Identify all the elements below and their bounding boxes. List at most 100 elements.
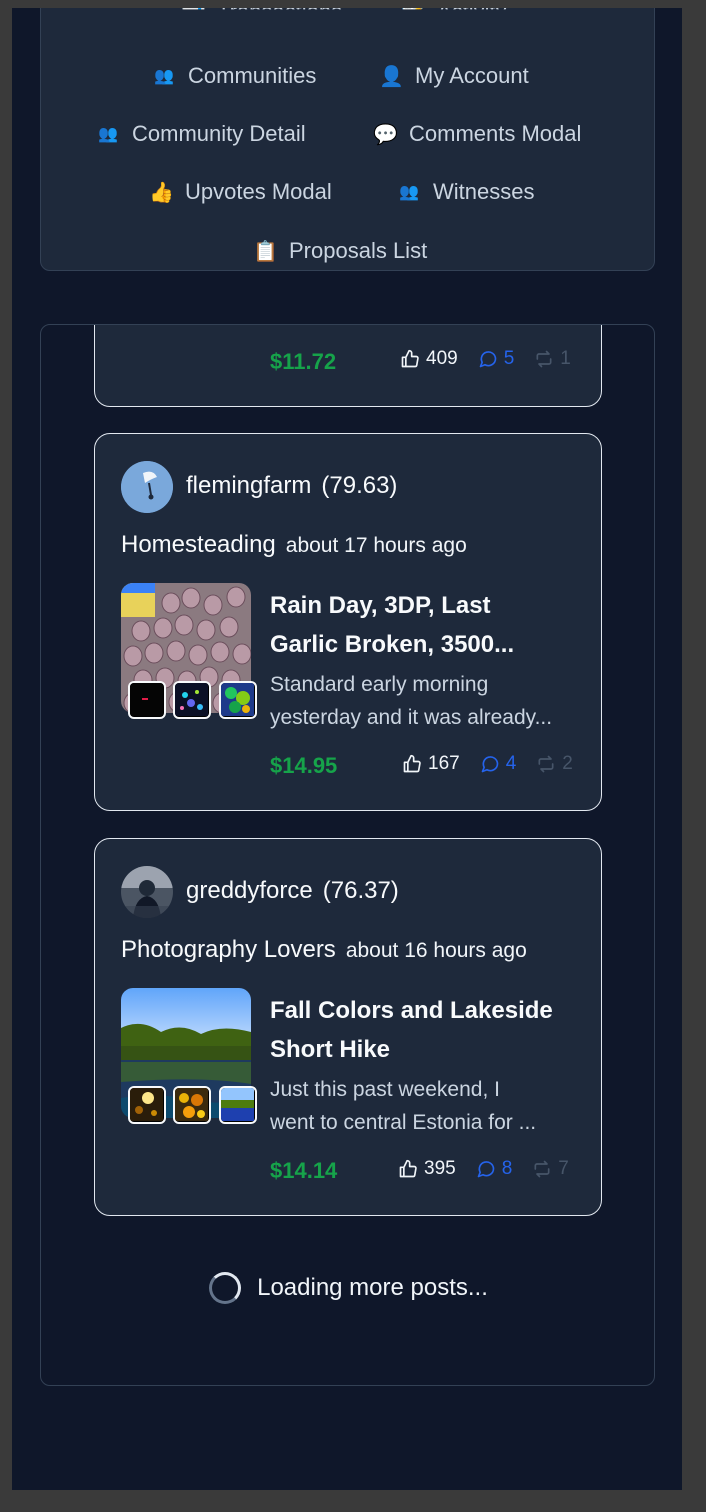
post-excerpt-line: went to central Estonia for ... bbox=[270, 1111, 537, 1134]
author-name[interactable]: greddyforce bbox=[186, 877, 313, 904]
comment-count: 8 bbox=[501, 1158, 513, 1179]
user-icon: 👤 bbox=[379, 65, 404, 88]
post-title-line: Rain Day, 3DP, Last bbox=[270, 592, 491, 619]
upvote-count: 409 bbox=[426, 348, 458, 369]
reblog-icon bbox=[536, 350, 552, 368]
comments-button[interactable]: 5 bbox=[478, 348, 515, 370]
nav-link-upvotes-modal[interactable]: 👍 Upvotes Modal bbox=[149, 179, 332, 205]
author-line: greddyforce (76.37) bbox=[186, 877, 399, 905]
post-card[interactable]: greddyforce (76.37) Photography Lovers abo… bbox=[94, 838, 602, 1216]
people-icon: 👥 bbox=[154, 68, 174, 85]
post-title-line: Short Hike bbox=[270, 1036, 391, 1063]
post-time: about 16 hours ago bbox=[345, 939, 527, 962]
post-time: about 17 hours ago bbox=[285, 534, 467, 557]
reblog-button[interactable]: 1 bbox=[534, 348, 571, 370]
nav-link-transactions[interactable]: 📊 Transactions bbox=[181, 8, 343, 24]
nav-link-community-detail[interactable]: 👥 Community Detail bbox=[96, 121, 306, 147]
post-title[interactable]: Fall Colors and Lakeside Short Hike bbox=[270, 991, 580, 1069]
clipboard-icon: 📋 bbox=[253, 240, 278, 263]
comment-icon bbox=[477, 1161, 495, 1178]
nav-link-label: Communities bbox=[188, 63, 317, 88]
post-image-thumb[interactable] bbox=[219, 681, 257, 719]
app-page: 📊 Transactions 📝 Activity 👥 Communities … bbox=[12, 8, 682, 1490]
loading-indicator: Loading more posts... bbox=[41, 1272, 654, 1304]
nav-link-proposals-list[interactable]: 📋 Proposals List bbox=[253, 238, 427, 264]
post-stats: 395 8 7 bbox=[398, 1158, 589, 1180]
post-image-thumb[interactable] bbox=[173, 1086, 211, 1124]
nav-link-label: Transactions bbox=[217, 8, 343, 24]
thumbs-up-icon bbox=[401, 349, 419, 368]
payout-value: $14.14 bbox=[270, 1158, 338, 1183]
post-title[interactable]: Rain Day, 3DP, Last Garlic Broken, 3500.… bbox=[270, 586, 580, 664]
reblog-button[interactable]: 7 bbox=[532, 1158, 569, 1180]
avatar[interactable] bbox=[121, 461, 173, 513]
post-stats: 409 5 1 bbox=[400, 348, 591, 370]
post-image-thumb[interactable] bbox=[173, 681, 211, 719]
reblog-count: 7 bbox=[558, 1158, 569, 1179]
reputation: (76.37) bbox=[322, 877, 399, 904]
post-stats: 167 4 2 bbox=[402, 753, 593, 775]
nav-link-activity[interactable]: 📝 Activity bbox=[401, 8, 507, 24]
upvote-count: 395 bbox=[424, 1158, 456, 1179]
comment-count: 4 bbox=[505, 753, 517, 774]
post-image-thumb[interactable] bbox=[128, 1086, 166, 1124]
comments-button[interactable]: 4 bbox=[480, 753, 517, 775]
nav-link-label: Witnesses bbox=[433, 179, 535, 204]
community-line: Photography Lovers about 16 hours ago bbox=[121, 936, 527, 964]
loading-text: Loading more posts... bbox=[257, 1274, 488, 1301]
nav-link-label: Community Detail bbox=[132, 121, 306, 146]
nav-link-label: Activity bbox=[437, 8, 507, 24]
upvote-button[interactable]: 167 bbox=[402, 753, 460, 775]
thumbs-up-icon: 👍 bbox=[149, 181, 174, 204]
author-line: flemingfarm (79.63) bbox=[186, 472, 397, 500]
people-icon: 👥 bbox=[98, 126, 118, 143]
thumbs-up-icon bbox=[399, 1159, 417, 1178]
comment-icon bbox=[479, 351, 497, 368]
payout-value: $11.72 bbox=[270, 349, 337, 374]
reblog-icon bbox=[538, 755, 554, 773]
nav-link-witnesses[interactable]: 👥 Witnesses bbox=[397, 179, 534, 205]
author-name[interactable]: flemingfarm bbox=[186, 472, 311, 499]
upvote-count: 167 bbox=[428, 753, 460, 774]
post-excerpt-line: yesterday and it was already... bbox=[270, 706, 553, 729]
speech-bubble-icon: 💬 bbox=[373, 123, 398, 146]
post-card[interactable]: flemingfarm (79.63) Homesteading about 17 … bbox=[94, 433, 602, 811]
post-excerpt-line: Standard early morning bbox=[270, 673, 489, 696]
post-image-thumb[interactable] bbox=[128, 681, 166, 719]
nav-panel: 📊 Transactions 📝 Activity 👥 Communities … bbox=[40, 8, 655, 271]
reblog-button[interactable]: 2 bbox=[536, 753, 573, 775]
post-excerpt: Standard early morning yesterday and it … bbox=[270, 668, 576, 734]
avatar[interactable] bbox=[121, 866, 173, 918]
community-name[interactable]: Homesteading bbox=[121, 531, 276, 558]
feed-panel: $11.72 409 5 1 flemingfarm (79.63) Homes… bbox=[40, 324, 655, 1386]
nav-link-label: My Account bbox=[415, 63, 529, 88]
post-card[interactable]: $11.72 409 5 1 bbox=[94, 325, 602, 407]
thumbs-up-icon bbox=[403, 754, 421, 773]
post-excerpt-line: Just this past weekend, I bbox=[270, 1078, 500, 1101]
post-title-line: Garlic Broken, 3500... bbox=[270, 631, 515, 658]
nav-link-comments-modal[interactable]: 💬 Comments Modal bbox=[373, 121, 581, 147]
upvote-button[interactable]: 409 bbox=[400, 348, 458, 370]
payout-value: $14.95 bbox=[270, 753, 338, 778]
community-name[interactable]: Photography Lovers bbox=[121, 936, 336, 963]
upvote-button[interactable]: 395 bbox=[398, 1158, 456, 1180]
reblog-icon bbox=[534, 1160, 550, 1178]
reblog-count: 2 bbox=[562, 753, 573, 774]
nav-link-label: Comments Modal bbox=[409, 121, 582, 146]
people-icon: 👥 bbox=[399, 184, 419, 201]
post-excerpt: Just this past weekend, I went to centra… bbox=[270, 1073, 576, 1139]
chart-icon: 📊 bbox=[181, 8, 206, 24]
comment-count: 5 bbox=[503, 348, 515, 369]
nav-link-my-account[interactable]: 👤 My Account bbox=[379, 63, 529, 89]
spinner-icon bbox=[209, 1272, 242, 1304]
post-image-thumb[interactable] bbox=[219, 1086, 257, 1124]
post-title-line: Fall Colors and Lakeside bbox=[270, 997, 553, 1024]
nav-link-communities[interactable]: 👥 Communities bbox=[152, 63, 316, 89]
reblog-count: 1 bbox=[560, 348, 571, 369]
memo-icon: 📝 bbox=[401, 8, 426, 24]
nav-link-label: Proposals List bbox=[289, 238, 428, 263]
comment-icon bbox=[481, 756, 499, 773]
reputation: (79.63) bbox=[321, 472, 398, 499]
community-line: Homesteading about 17 hours ago bbox=[121, 531, 467, 559]
comments-button[interactable]: 8 bbox=[476, 1158, 513, 1180]
